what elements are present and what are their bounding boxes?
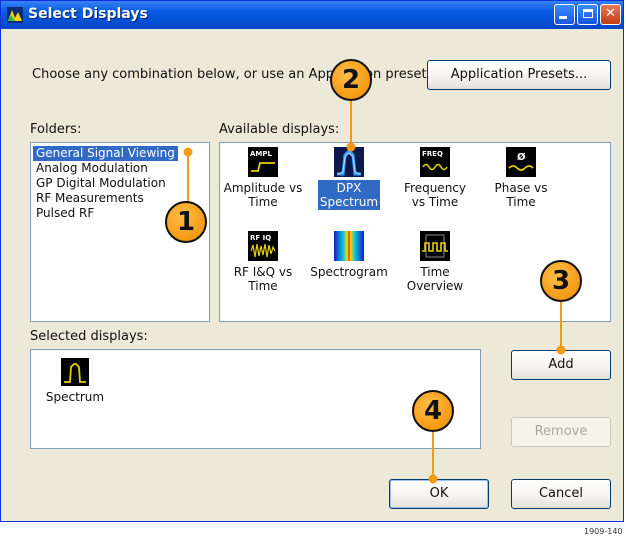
callout-4: 4 [412, 390, 454, 432]
figure-number: 1909-140 [584, 527, 623, 536]
callout-lines [183, 101, 566, 484]
callout-3: 3 [540, 260, 582, 302]
callout-1: 1 [165, 201, 207, 243]
callout-2: 2 [330, 59, 372, 101]
